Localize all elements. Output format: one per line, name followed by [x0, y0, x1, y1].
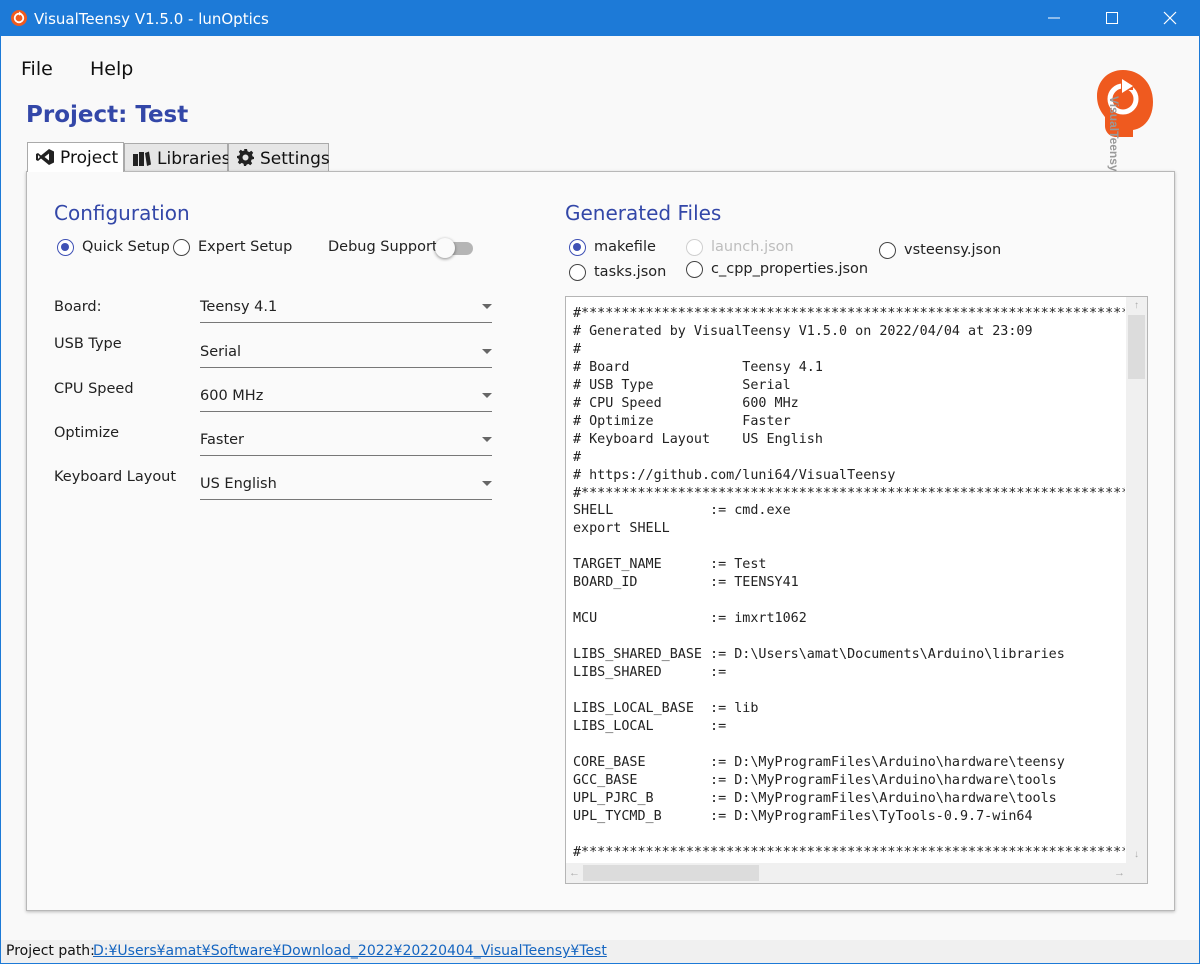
horizontal-scrollbar[interactable]: ← →	[566, 863, 1128, 883]
makefile-label: makefile	[594, 239, 656, 255]
logo-text: VisualTeensy	[1107, 96, 1121, 172]
project-panel: Configuration Quick Setup Expert Setup D…	[26, 171, 1175, 911]
launch-json-label: launch.json	[711, 239, 794, 255]
dropdown-arrow-icon	[482, 304, 492, 309]
radio-unselected-icon	[173, 239, 190, 256]
tab-project[interactable]: Project	[27, 142, 124, 172]
generated-code-text: #***************************************…	[573, 306, 1125, 857]
generated-files-heading: Generated Files	[565, 201, 722, 225]
page-title: Project: Test	[26, 102, 189, 128]
debug-support-toggle[interactable]	[435, 237, 475, 258]
window-title: VisualTeensy V1.5.0 - lunOptics	[34, 10, 269, 28]
menu-help[interactable]: Help	[90, 58, 133, 80]
radio-unselected-icon	[686, 261, 703, 278]
usb-type-label: USB Type	[54, 336, 122, 352]
c-cpp-properties-label: c_cpp_properties.json	[711, 261, 869, 277]
dropdown-arrow-icon	[482, 437, 492, 442]
title-bar: VisualTeensy V1.5.0 - lunOptics	[0, 0, 1200, 36]
scrollbar-corner	[1126, 863, 1147, 883]
radio-selected-icon	[57, 239, 74, 256]
scroll-left-arrow-icon[interactable]: ←	[566, 863, 583, 883]
minimize-button[interactable]	[1026, 0, 1084, 36]
maximize-button[interactable]	[1084, 0, 1142, 36]
radio-selected-icon	[569, 239, 586, 256]
radio-unselected-icon	[569, 264, 586, 281]
dropdown-arrow-icon	[482, 481, 492, 486]
scroll-up-arrow-icon[interactable]: ↑	[1126, 297, 1147, 314]
vertical-scroll-thumb[interactable]	[1128, 315, 1145, 379]
tasks-json-label: tasks.json	[594, 264, 667, 280]
project-path-link[interactable]: D:¥Users¥amat¥Software¥Download_2022¥202…	[93, 943, 607, 959]
optimize-value: Faster	[200, 432, 245, 448]
board-label: Board:	[54, 299, 102, 315]
keyboard-layout-value: US English	[200, 476, 277, 492]
tab-project-label: Project	[60, 148, 119, 168]
usb-type-select[interactable]: Serial	[200, 340, 492, 368]
keyboard-layout-select[interactable]: US English	[200, 472, 492, 500]
minimize-icon	[1048, 17, 1060, 19]
debug-support-label: Debug Support	[328, 239, 438, 255]
dropdown-arrow-icon	[482, 349, 492, 354]
scroll-down-arrow-icon[interactable]: ↓	[1126, 846, 1147, 863]
books-icon	[133, 151, 151, 166]
cpu-speed-value: 600 MHz	[200, 388, 264, 404]
tab-settings[interactable]: Settings	[228, 143, 330, 172]
quick-setup-label: Quick Setup	[82, 239, 170, 255]
vertical-scrollbar[interactable]: ↑ ↓	[1126, 297, 1147, 863]
close-icon	[1163, 11, 1177, 25]
close-button[interactable]	[1142, 0, 1200, 36]
keyboard-layout-label: Keyboard Layout	[54, 469, 177, 485]
status-bar: Project path: D:¥Users¥amat¥Software¥Dow…	[0, 940, 1200, 964]
menu-file[interactable]: File	[21, 58, 53, 80]
dropdown-arrow-icon	[482, 393, 492, 398]
visual-studio-icon	[36, 149, 54, 165]
horizontal-scroll-thumb[interactable]	[583, 865, 759, 881]
optimize-select[interactable]: Faster	[200, 428, 492, 456]
tab-settings-label: Settings	[260, 149, 330, 169]
optimize-label: Optimize	[54, 425, 120, 441]
radio-unselected-icon	[879, 242, 896, 259]
configuration-heading: Configuration	[54, 201, 190, 225]
project-path-label: Project path:	[6, 943, 95, 959]
tab-libraries[interactable]: Libraries	[124, 143, 231, 172]
board-value: Teensy 4.1	[200, 299, 278, 315]
app-icon	[11, 10, 27, 26]
radio-unselected-icon	[686, 239, 703, 256]
generated-code-viewer[interactable]: #***************************************…	[565, 296, 1148, 884]
cpu-speed-select[interactable]: 600 MHz	[200, 384, 492, 412]
maximize-icon	[1106, 12, 1118, 24]
visualteensy-logo-icon	[1097, 70, 1153, 137]
cpu-speed-label: CPU Speed	[54, 381, 134, 397]
board-select[interactable]: Teensy 4.1	[200, 295, 492, 323]
tab-libraries-label: Libraries	[157, 149, 231, 169]
expert-setup-label: Expert Setup	[198, 239, 293, 255]
vsteensy-json-label: vsteensy.json	[904, 242, 1002, 258]
gear-icon	[237, 149, 254, 166]
usb-type-value: Serial	[200, 344, 242, 360]
main-window: File Help Project: Test VisualTeensy Pro…	[0, 36, 1200, 940]
